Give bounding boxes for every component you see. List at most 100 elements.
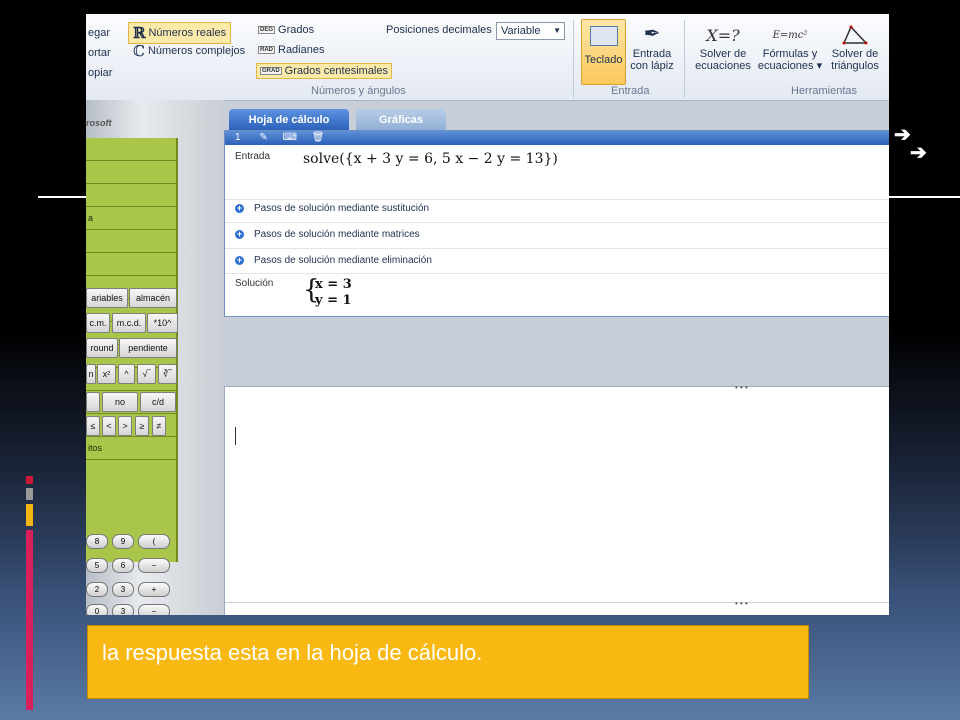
key-root[interactable]: ∛‾ xyxy=(158,364,177,384)
key-pow10[interactable]: *10^ xyxy=(147,313,178,333)
export-button[interactable]: ortar xyxy=(88,43,112,63)
num-key[interactable]: + xyxy=(138,582,170,597)
screen-row xyxy=(86,253,176,276)
num-key[interactable]: ( xyxy=(138,534,170,549)
input-label: Entrada xyxy=(235,151,271,162)
keyboard-button[interactable]: Teclado xyxy=(581,19,626,85)
pen-icon: ✒ xyxy=(643,23,661,45)
solution-label: Solución xyxy=(235,278,274,289)
resize-grip[interactable]: • • • xyxy=(735,383,748,392)
input-group-label: Entrada xyxy=(611,85,650,97)
pen-input-button[interactable]: ✒ Entrada con lápiz xyxy=(626,20,678,84)
key-power[interactable]: ^ xyxy=(118,364,135,384)
accent-bar-pink xyxy=(26,530,33,710)
key-blank[interactable] xyxy=(86,392,100,412)
formulas-button[interactable]: E=mc² Fórmulas y ecuaciones ▾ xyxy=(756,24,824,72)
key-n[interactable]: n xyxy=(86,364,96,384)
steps-elimination[interactable]: + Pasos de solución mediante eliminación xyxy=(235,255,432,266)
key-ne[interactable]: ≠ xyxy=(152,416,166,436)
complex-numbers-icon: ℂ xyxy=(133,42,145,60)
triangle-solver-button[interactable]: Solver de triángulos xyxy=(826,24,884,72)
degrees-button[interactable]: DEG Grados xyxy=(258,24,314,36)
key-fraction[interactable]: c/d xyxy=(140,392,176,412)
resize-grip[interactable]: • • • xyxy=(735,599,748,608)
ribbon: egar ortar opiar ℝ Números reales ℂ Núme… xyxy=(86,14,889,101)
gradians-button[interactable]: GRAD Grados centesimales xyxy=(256,63,392,79)
ribbon-separator xyxy=(684,20,685,98)
screen-row xyxy=(86,230,176,253)
gradians-label: Grados centesimales xyxy=(284,65,388,77)
num-key[interactable]: 8 xyxy=(86,534,108,549)
triangle-solver-label-2: triángulos xyxy=(831,60,879,72)
key-gcd[interactable]: m.c.d. xyxy=(112,313,146,333)
arrow-icon: ➔ xyxy=(894,124,911,146)
numbers-group-label: Números y ángulos xyxy=(311,85,406,97)
radians-label: Radianes xyxy=(278,44,325,56)
arrow-icon: ➔ xyxy=(910,142,927,164)
entry-index: 1 xyxy=(235,132,241,143)
formulas-label-2: ecuaciones ▾ xyxy=(757,60,823,72)
tab-worksheet[interactable]: Hoja de cálculo xyxy=(229,109,349,131)
accent-bar-yellow xyxy=(26,504,33,526)
num-key[interactable]: 9 xyxy=(112,534,134,549)
pen-input-label-1: Entrada xyxy=(632,48,672,60)
deg-icon: DEG xyxy=(258,26,276,34)
triangle-icon xyxy=(826,24,884,48)
steps-substitution[interactable]: + Pasos de solución mediante sustitución xyxy=(235,203,429,214)
input-area[interactable]: • • • • • • xyxy=(224,383,889,615)
num-key[interactable]: 0 xyxy=(86,604,108,615)
num-key[interactable]: − xyxy=(138,558,170,573)
key-not[interactable]: no xyxy=(102,392,138,412)
key-round[interactable]: round xyxy=(86,338,118,358)
input-divider xyxy=(225,602,889,603)
delete-icon[interactable]: 🗑 xyxy=(312,132,325,143)
equation-solver-label-2: ecuaciones xyxy=(695,60,751,72)
key-variables[interactable]: ariables xyxy=(86,288,128,308)
keyboard-label: Teclado xyxy=(584,54,623,66)
worksheet-card: 1 ✎ ⌨ 🗑 Entrada solve({x + 3 y = 6, 5 x … xyxy=(224,130,889,317)
key-slope[interactable]: pendiente xyxy=(119,338,177,358)
accent-bar-red xyxy=(26,476,33,484)
key-le[interactable]: ≤ xyxy=(86,416,100,436)
key-lt[interactable]: < xyxy=(102,416,116,436)
decimal-places-value: Variable xyxy=(501,25,541,37)
solution-x: x = 3 xyxy=(315,277,352,292)
paste-button[interactable]: egar xyxy=(88,23,112,43)
screen-row xyxy=(86,161,176,184)
num-key[interactable]: 5 xyxy=(86,558,108,573)
complex-numbers-button[interactable]: ℂ Números complejos xyxy=(133,42,245,60)
key-store[interactable]: almacén xyxy=(129,288,177,308)
tab-graphs[interactable]: Gráficas xyxy=(356,109,446,131)
edit-icon[interactable]: ✎ xyxy=(259,132,267,143)
keyboard-small-icon[interactable]: ⌨ xyxy=(283,132,297,143)
key-square[interactable]: x² xyxy=(97,364,116,384)
num-key[interactable]: 3 xyxy=(112,604,134,615)
ribbon-separator xyxy=(573,20,574,98)
accent-bar-gray xyxy=(26,488,33,500)
screen-row: itos xyxy=(86,437,176,460)
key-ge[interactable]: ≥ xyxy=(135,416,149,436)
rad-icon: RAD xyxy=(258,46,275,54)
num-key[interactable]: 2 xyxy=(86,582,108,597)
num-key[interactable]: 6 xyxy=(112,558,134,573)
radians-button[interactable]: RAD Radianes xyxy=(258,44,324,56)
key-sqrt[interactable]: √‾ xyxy=(137,364,156,384)
screen-row xyxy=(86,184,176,207)
calculator-panel: rosoft a = itos ariables almacén c.m. m.… xyxy=(86,100,224,615)
copy-button[interactable]: opiar xyxy=(88,63,112,83)
steps-label: Pasos de solución mediante eliminación xyxy=(254,255,432,266)
expand-icon: + xyxy=(235,229,244,239)
num-key[interactable]: 3 xyxy=(112,582,134,597)
key-gt[interactable]: > xyxy=(118,416,132,436)
triangle-solver-label-1: Solver de xyxy=(831,48,879,60)
keyboard-icon xyxy=(589,26,618,46)
input-expression: solve({x + 3 y = 6, 5 x − 2 y = 13}) xyxy=(303,151,558,167)
steps-matrices[interactable]: + Pasos de solución mediante matrices xyxy=(235,229,420,240)
decimal-places-select[interactable]: Variable ▼ xyxy=(496,22,565,40)
key-lcm[interactable]: c.m. xyxy=(86,313,110,333)
equation-solver-button[interactable]: X=? Solver de ecuaciones xyxy=(692,24,754,72)
grad-icon: GRAD xyxy=(260,67,282,75)
num-key[interactable]: − xyxy=(138,604,170,615)
real-numbers-button[interactable]: ℝ Números reales xyxy=(128,22,232,44)
real-numbers-label: Números reales xyxy=(148,27,227,39)
